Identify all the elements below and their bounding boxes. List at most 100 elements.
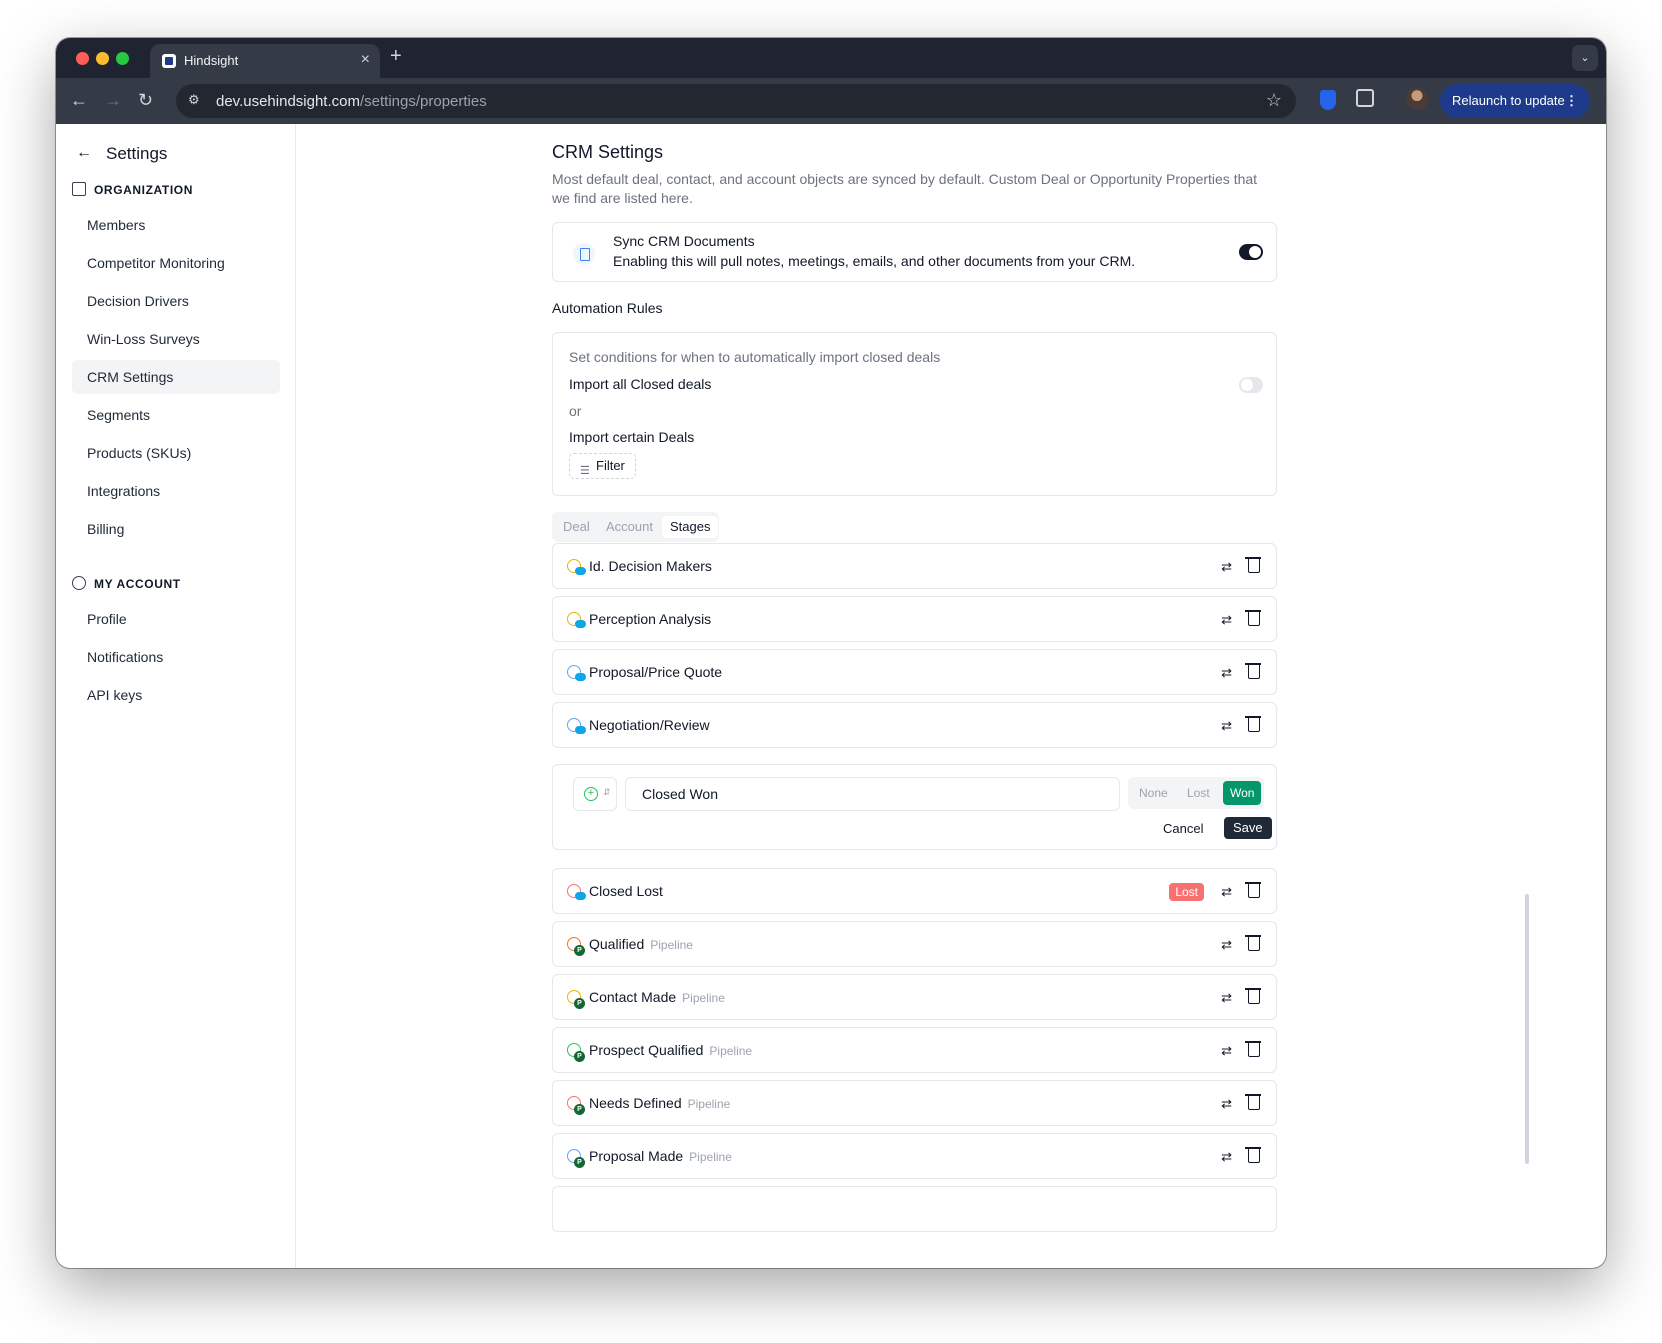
tab-stages[interactable]: Stages xyxy=(662,516,719,538)
filter-button[interactable]: ☰ Filter xyxy=(569,453,636,479)
trash-icon[interactable] xyxy=(1245,988,1261,1004)
sidebar-item-api-keys[interactable]: API keys xyxy=(72,678,280,712)
trash-icon[interactable] xyxy=(1245,1147,1261,1163)
stage-name-text: Contact Made xyxy=(589,989,677,1005)
outcome-none[interactable]: None xyxy=(1132,781,1175,805)
trash-icon[interactable] xyxy=(1245,557,1261,573)
trash-icon[interactable] xyxy=(1245,1094,1261,1110)
back-arrow-icon[interactable]: ← xyxy=(76,144,92,162)
sidebar-item-notifications[interactable]: Notifications xyxy=(72,640,280,674)
stage-name-input[interactable]: Closed Won xyxy=(625,777,1120,811)
user-circle-icon xyxy=(72,576,86,590)
stages-scrollbar[interactable] xyxy=(1525,894,1529,1164)
forward-arrow-icon[interactable]: → xyxy=(104,90,122,111)
stage-row[interactable]: P Needs Defined Pipeline ⇄ xyxy=(552,1080,1277,1126)
tab-search-chevron-icon[interactable]: ⌄ xyxy=(1572,45,1598,71)
stage-edit-card: + ⇵ Closed Won None Lost Won Cancel Save xyxy=(552,764,1277,850)
trash-icon[interactable] xyxy=(1245,663,1261,679)
bitwarden-shield-icon[interactable] xyxy=(1320,90,1336,110)
stage-name: Contact Made Pipeline xyxy=(589,989,725,1005)
browser-window: Hindsight × + ⌄ ← → ↻ ⚙ dev.usehindsight… xyxy=(56,38,1606,1268)
stage-row[interactable]: Negotiation/Review ⇄ xyxy=(552,702,1277,748)
sidebar-item-crm-settings[interactable]: CRM Settings xyxy=(72,360,280,394)
stage-name: Closed Lost xyxy=(589,883,663,899)
sort-chevrons-icon: ⇵ xyxy=(603,787,611,797)
new-tab-icon[interactable]: + xyxy=(390,45,402,68)
browser-tab[interactable]: Hindsight × xyxy=(150,44,380,78)
bookmark-star-icon[interactable]: ☆ xyxy=(1266,90,1282,111)
settings-sliders-icon[interactable]: ⇄ xyxy=(1221,884,1232,900)
stage-row[interactable]: Perception Analysis ⇄ xyxy=(552,596,1277,642)
sidebar-item-integrations[interactable]: Integrations xyxy=(72,474,280,508)
sync-description: Enabling this will pull notes, meetings,… xyxy=(613,253,1136,269)
stage-name-text: Proposal Made xyxy=(589,1148,684,1164)
sidebar-item-billing[interactable]: Billing xyxy=(72,512,280,546)
settings-sliders-icon[interactable]: ⇄ xyxy=(1221,665,1232,681)
outcome-lost[interactable]: Lost xyxy=(1180,781,1217,805)
profile-avatar[interactable] xyxy=(1406,88,1428,110)
salesforce-cloud-icon xyxy=(575,726,586,734)
import-certain-label: Import certain Deals xyxy=(569,429,695,445)
stage-row[interactable]: P Proposal Made Pipeline ⇄ xyxy=(552,1133,1277,1179)
sidebar-item-members[interactable]: Members xyxy=(72,208,280,242)
or-label: or xyxy=(569,403,582,419)
automation-rules-card: Set conditions for when to automatically… xyxy=(552,332,1277,496)
sidebar-item-win-loss-surveys[interactable]: Win-Loss Surveys xyxy=(72,322,280,356)
page-description: Most default deal, contact, and account … xyxy=(552,171,1258,206)
reload-icon[interactable]: ↻ xyxy=(138,90,153,111)
settings-sliders-icon[interactable]: ⇄ xyxy=(1221,990,1232,1006)
pipedrive-badge-icon: P xyxy=(574,1157,585,1168)
pipedrive-badge-icon: P xyxy=(574,1104,585,1115)
stage-name-text: Needs Defined xyxy=(589,1095,682,1111)
stage-row[interactable]: P Qualified Pipeline ⇄ xyxy=(552,921,1277,967)
stage-row[interactable]: P Contact Made Pipeline ⇄ xyxy=(552,974,1277,1020)
back-arrow-icon[interactable]: ← xyxy=(70,90,88,111)
extensions-puzzle-icon[interactable] xyxy=(1356,89,1374,107)
save-button[interactable]: Save xyxy=(1224,817,1272,839)
trash-icon[interactable] xyxy=(1245,882,1261,898)
close-window-button[interactable] xyxy=(76,52,89,65)
settings-sliders-icon[interactable]: ⇄ xyxy=(1221,612,1232,628)
pipedrive-badge-icon: P xyxy=(574,998,585,1009)
settings-sliders-icon[interactable]: ⇄ xyxy=(1221,718,1232,734)
trash-icon[interactable] xyxy=(1245,610,1261,626)
import-all-closed-toggle[interactable] xyxy=(1239,377,1263,393)
stage-row[interactable]: Closed Lost Lost ⇄ xyxy=(552,868,1277,914)
pipedrive-badge-icon: P xyxy=(574,1051,585,1062)
cancel-button[interactable]: Cancel xyxy=(1163,821,1203,836)
settings-sliders-icon[interactable]: ⇄ xyxy=(1221,937,1232,953)
minimize-window-button[interactable] xyxy=(96,52,109,65)
building-icon xyxy=(72,182,86,196)
settings-sliders-icon[interactable]: ⇄ xyxy=(1221,559,1232,575)
trash-icon[interactable] xyxy=(1245,716,1261,732)
sidebar-item-profile[interactable]: Profile xyxy=(72,602,280,636)
settings-sliders-icon[interactable]: ⇄ xyxy=(1221,1149,1232,1165)
maximize-window-button[interactable] xyxy=(116,52,129,65)
stage-row[interactable]: Proposal/Price Quote ⇄ xyxy=(552,649,1277,695)
stage-name: Negotiation/Review xyxy=(589,717,710,733)
sidebar-item-decision-drivers[interactable]: Decision Drivers xyxy=(72,284,280,318)
stage-row-partial[interactable] xyxy=(552,1186,1277,1232)
sidebar-item-segments[interactable]: Segments xyxy=(72,398,280,432)
stage-row[interactable]: P Prospect Qualified Pipeline ⇄ xyxy=(552,1027,1277,1073)
stage-row[interactable]: Id. Decision Makers ⇄ xyxy=(552,543,1277,589)
stage-icon-picker[interactable]: + ⇵ xyxy=(573,777,617,811)
sidebar-item-products[interactable]: Products (SKUs) xyxy=(72,436,280,470)
site-settings-icon[interactable]: ⚙ xyxy=(188,92,204,108)
outcome-won[interactable]: Won xyxy=(1223,781,1262,805)
sidebar-item-competitor-monitoring[interactable]: Competitor Monitoring xyxy=(72,246,280,280)
address-bar[interactable]: ⚙ dev.usehindsight.com/settings/properti… xyxy=(176,84,1296,118)
sync-crm-documents-toggle[interactable] xyxy=(1239,244,1263,260)
trash-icon[interactable] xyxy=(1245,935,1261,951)
tab-deal[interactable]: Deal xyxy=(555,516,598,538)
trash-icon[interactable] xyxy=(1245,1041,1261,1057)
stage-name: Id. Decision Makers xyxy=(589,558,712,574)
salesforce-cloud-icon xyxy=(575,567,586,575)
settings-sliders-icon[interactable]: ⇄ xyxy=(1221,1096,1232,1112)
sidebar-title: Settings xyxy=(106,144,168,163)
tab-close-icon[interactable]: × xyxy=(361,51,370,69)
settings-sliders-icon[interactable]: ⇄ xyxy=(1221,1043,1232,1059)
tab-account[interactable]: Account xyxy=(598,516,661,538)
relaunch-button[interactable]: Relaunch to update ⋮ xyxy=(1440,84,1590,118)
sidebar-section-organization: ORGANIZATION xyxy=(72,182,193,197)
